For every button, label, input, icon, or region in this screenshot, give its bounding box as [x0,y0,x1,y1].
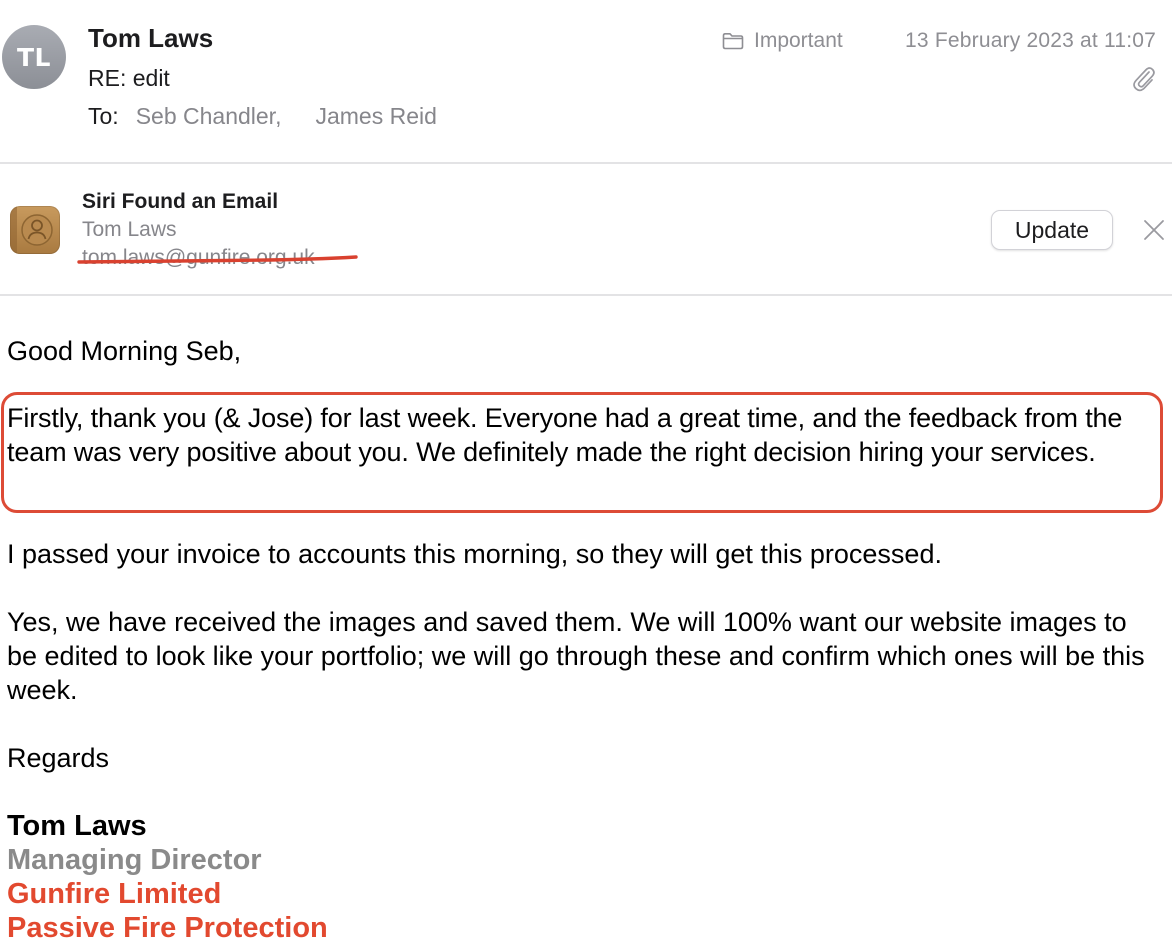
mailbox-label[interactable]: Important [722,27,843,55]
header-divider [0,162,1172,164]
avatar-initials: TL [17,42,51,72]
body-greeting: Good Morning Seb, [7,336,242,366]
signature-name: Tom Laws [7,810,147,842]
email-date: 13 February 2023 at 11:07 [905,29,1156,52]
mailbox-name: Important [754,29,843,52]
contacts-icon [10,206,60,254]
close-icon[interactable] [1143,219,1165,241]
recipients-row: To: Seb Chandler, James Reid [88,101,437,131]
siri-contact-name: Tom Laws [82,218,177,241]
email-subject: RE: edit [88,65,170,91]
sender-name[interactable]: Tom Laws [88,22,213,54]
body-closing: Regards [7,743,110,773]
siri-suggestion-title: Siri Found an Email [82,190,279,213]
to-label: To: [88,103,119,129]
recipient-seb-chandler[interactable]: Seb Chandler, [136,101,282,131]
folder-icon [722,33,744,50]
paperclip-icon[interactable] [1130,64,1156,92]
signature-tagline: Passive Fire Protection [7,912,328,940]
email-viewer: TL Tom Laws RE: edit To: Seb Chandler, J… [0,0,1172,940]
sender-avatar[interactable]: TL [2,25,66,89]
signature-role: Managing Director [7,844,262,876]
banner-divider [0,294,1172,296]
signature-company: Gunfire Limited [7,878,222,910]
body-paragraph-images: Yes, we have received the images and sav… [7,607,1145,705]
redaction-strike-mark [77,255,358,264]
recipient-james-reid[interactable]: James Reid [315,101,436,131]
highlight-annotation [1,392,1163,513]
update-contact-button[interactable]: Update [991,210,1113,250]
body-paragraph-invoice: I passed your invoice to accounts this m… [7,539,942,569]
